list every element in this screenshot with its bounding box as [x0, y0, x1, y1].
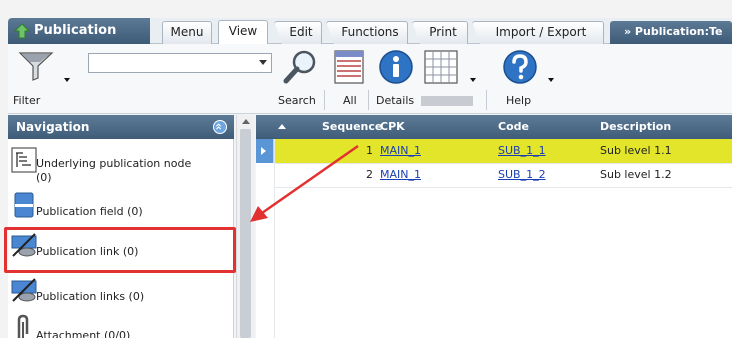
nav-item-label: Publication links (0) [36, 290, 145, 303]
toolbar-separator [324, 90, 325, 110]
info-icon[interactable] [378, 49, 414, 85]
row-divider [274, 187, 732, 188]
grid-header: Sequence CPK Code Description [256, 115, 732, 139]
field-icon [14, 192, 34, 218]
filter-funnel-icon[interactable] [18, 50, 54, 82]
column-divider [274, 139, 275, 338]
cell-sequence: 1 [366, 144, 373, 157]
all-button[interactable]: All [343, 94, 357, 107]
table-grid-icon[interactable] [424, 50, 458, 84]
cell-code-link[interactable]: SUB_1_2 [498, 168, 546, 181]
links-slash-icon [11, 278, 37, 302]
tab-import-export[interactable]: Import / Export [472, 21, 604, 44]
help-icon[interactable] [502, 49, 538, 85]
blurred-label [421, 96, 473, 106]
row-selector-icon[interactable] [256, 139, 273, 163]
navigation-header: Navigation [8, 115, 234, 139]
tab-bar: Publication Menu View Edit Functions Pri… [8, 18, 732, 44]
tab-print[interactable]: Print [412, 21, 468, 44]
data-grid: Sequence CPK Code Description 1 MAIN_1 S… [256, 115, 732, 338]
annotation-highlight-box [4, 227, 236, 273]
search-icon[interactable] [282, 48, 320, 86]
cell-sequence: 2 [366, 168, 373, 181]
tab-view[interactable]: View [218, 20, 268, 44]
column-header-code[interactable]: Code [498, 120, 529, 133]
breadcrumb[interactable]: » Publication:Te [610, 21, 732, 44]
home-arrow-icon [14, 23, 30, 39]
nav-item-publication-field[interactable]: Publication field (0) [8, 191, 234, 227]
scroll-thumb[interactable] [240, 129, 251, 338]
app-title: Publication [34, 23, 117, 38]
search-button[interactable]: Search [278, 94, 316, 107]
nav-item-label: Attachment (0/0) [36, 329, 131, 338]
cell-code-link[interactable]: SUB_1_1 [498, 144, 546, 157]
app-title-tab[interactable]: Publication [8, 18, 150, 44]
navigation-title: Navigation [16, 120, 90, 134]
scroll-up-icon[interactable] [242, 119, 250, 124]
table-row[interactable]: 1 MAIN_1 SUB_1_1 Sub level 1.1 [256, 139, 732, 163]
help-button[interactable]: Help [506, 94, 531, 107]
nav-item-label-count: (0) [36, 171, 52, 184]
cell-description: Sub level 1.1 [600, 144, 672, 157]
nav-item-underlying-publication-node[interactable]: Underlying publication node (0) [8, 147, 234, 187]
nav-item-attachment[interactable]: Attachment (0/0) [8, 313, 234, 338]
table-row[interactable]: 2 MAIN_1 SUB_1_2 Sub level 1.2 [256, 163, 732, 187]
filter-label: Filter [13, 94, 41, 107]
chevron-down-icon [259, 60, 267, 65]
tree-node-icon [11, 147, 37, 173]
list-all-icon[interactable] [334, 50, 364, 84]
table-dropdown-arrow-icon[interactable] [470, 78, 476, 82]
nav-item-publication-links[interactable]: Publication links (0) [8, 275, 234, 311]
toolbar-separator [368, 90, 369, 110]
column-header-description[interactable]: Description [600, 120, 671, 133]
tab-menu[interactable]: Menu [162, 21, 212, 44]
navigation-scrollbar[interactable] [236, 115, 254, 338]
nav-item-label: Publication field (0) [36, 205, 143, 218]
app-window: Publication Menu View Edit Functions Pri… [0, 0, 732, 338]
toolbar: Filter Search All Details Help [8, 44, 732, 114]
details-button[interactable]: Details [376, 94, 414, 107]
tab-functions[interactable]: Functions [326, 21, 408, 44]
sort-ascending-icon[interactable] [278, 124, 286, 129]
cell-description: Sub level 1.2 [600, 168, 672, 181]
paperclip-icon [17, 314, 29, 338]
collapse-icon[interactable] [213, 120, 227, 134]
toolbar-separator [486, 90, 487, 110]
filter-dropdown-arrow-icon[interactable] [64, 78, 70, 82]
cell-cpk-link[interactable]: MAIN_1 [380, 144, 421, 157]
column-header-cpk[interactable]: CPK [380, 120, 405, 133]
cell-cpk-link[interactable]: MAIN_1 [380, 168, 421, 181]
help-dropdown-arrow-icon[interactable] [548, 78, 554, 82]
tab-edit[interactable]: Edit [274, 21, 322, 44]
nav-item-label: Underlying publication node [36, 157, 192, 170]
column-header-sequence[interactable]: Sequence [322, 120, 382, 133]
filter-select[interactable] [88, 53, 272, 73]
